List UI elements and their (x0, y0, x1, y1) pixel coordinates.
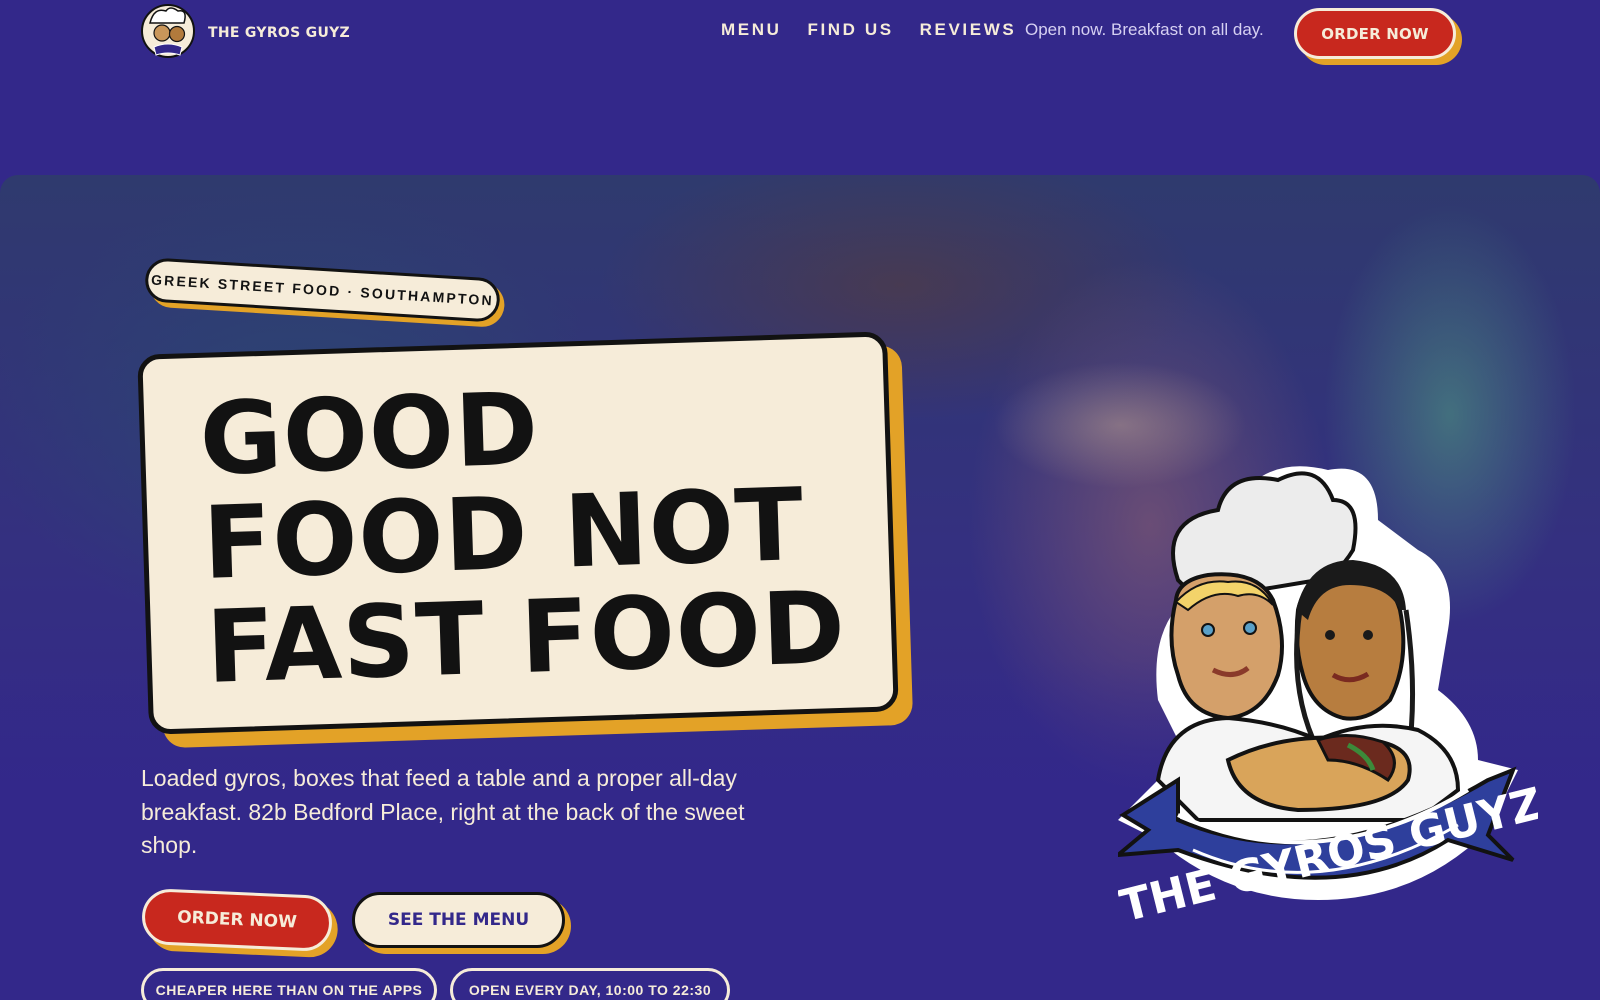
hero-section: GREEK STREET FOOD · SOUTHAMPTON GOOD FOO… (0, 175, 1600, 1000)
hero-headline: GOOD FOOD NOT FAST FOOD (198, 367, 877, 706)
site-header: THE GYROS GUYZ MENU FIND US REVIEWS Open… (0, 0, 1600, 72)
header-order-now-button[interactable]: ORDER NOW (1294, 8, 1456, 59)
see-the-menu-button[interactable]: SEE THE MENU (352, 892, 565, 948)
gyros-guyz-mascot-icon: THE GYROS GUYZ (1118, 466, 1538, 920)
hero-eyebrow-tag: GREEK STREET FOOD · SOUTHAMPTON (143, 257, 502, 323)
opening-status: Open now. Breakfast on all day. (1025, 20, 1264, 39)
gyros-guyz-logo-icon (141, 4, 195, 58)
headline-card: GOOD FOOD NOT FAST FOOD (137, 331, 899, 735)
brand-name: THE GYROS GUYZ (208, 25, 351, 41)
nav-link-find-us[interactable]: FIND US (807, 20, 893, 40)
nav-link-reviews[interactable]: REVIEWS (920, 20, 1017, 40)
main-nav: MENU FIND US REVIEWS (721, 20, 1042, 40)
hero-order-now-button[interactable]: ORDER NOW (140, 887, 334, 953)
headline-line-3: FAST FOOD (204, 568, 848, 706)
nav-link-menu[interactable]: MENU (721, 20, 781, 40)
brand-link[interactable]: THE GYROS GUYZ (140, 3, 350, 63)
hero-description: Loaded gyros, boxes that feed a table an… (141, 765, 745, 858)
hours-badge: OPEN EVERY DAY, 10:00 TO 22:30 (450, 968, 730, 1000)
price-badge: CHEAPER HERE THAN ON THE APPS (141, 968, 437, 1000)
